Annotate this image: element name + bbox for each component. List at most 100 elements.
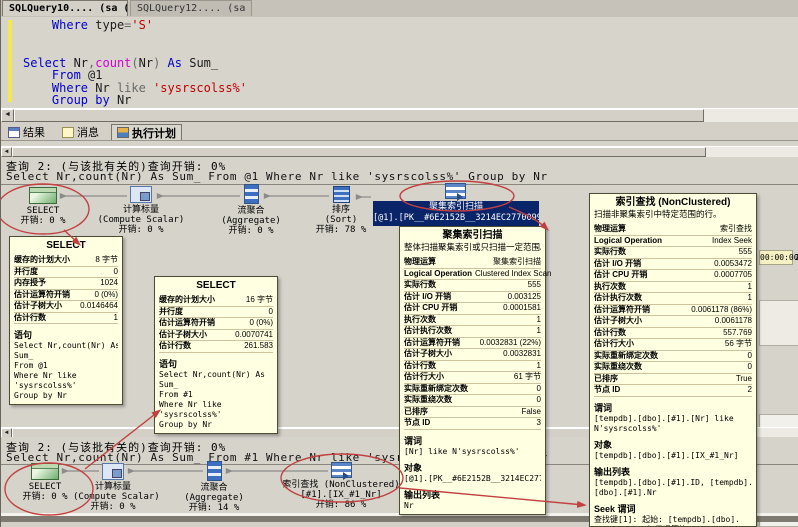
- code-line: [1, 32, 791, 45]
- tooltip-section-line: 'sysrscolss%': [14, 381, 118, 391]
- tooltip-section-line: 查找键[1]: 起始: [tempdb].[dbo].: [594, 515, 752, 525]
- tooltip-section-header: 对象: [404, 463, 541, 474]
- tooltip-sections: 谓词[Nr] like N'sysrscolss%'对象[@1].[PK__#6…: [404, 436, 541, 511]
- tooltip-row: Logical OperationClustered Index Scan: [404, 269, 541, 281]
- sort-icon: [333, 186, 350, 203]
- messages-tab-label: 消息: [77, 124, 99, 140]
- compute-scalar-icon: [102, 463, 124, 480]
- h-scrollbar-editor[interactable]: ◄: [1, 108, 798, 122]
- ssms-window: SQLQuery10.... (sa (56))* SQLQuery12....…: [0, 0, 798, 527]
- time-cell: 00:00:00: [759, 250, 793, 265]
- scroll-thumb[interactable]: [14, 109, 704, 122]
- tooltip-row: 已排序False: [404, 407, 541, 419]
- tooltip-sections: 谓词[tempdb].[dbo].[#1].[Nr] likeN'sysrsco…: [594, 403, 752, 527]
- select-result-icon: [31, 463, 59, 480]
- tooltip-row: 估计运算符开销0 (0%): [14, 290, 118, 302]
- code-token: Sum_: [189, 56, 218, 70]
- code-token: Nr: [117, 93, 131, 107]
- tooltip-row: 缓存的计划大小8 字节: [14, 255, 118, 267]
- tooltip-section-line: Group by Nr: [14, 391, 118, 401]
- tooltip-row: 估计行数261.583: [159, 341, 273, 353]
- tooltip-row: Logical OperationIndex Seek: [594, 236, 752, 248]
- tooltip-section-line: Where Nr like: [159, 400, 273, 410]
- scroll-left-icon[interactable]: ◄: [1, 147, 12, 157]
- grid-cell: [759, 300, 798, 346]
- tooltip-section-line: From #1: [159, 390, 273, 400]
- code-token: 'sysrscolss%': [153, 81, 247, 95]
- plan-node-sort[interactable]: 排序 (Sort) 开销: 78 %: [301, 186, 381, 235]
- tooltip-subtitle: 扫描非聚集索引中特定范围的行。: [594, 209, 752, 220]
- select-result-icon: [29, 187, 57, 204]
- code-token: [23, 18, 52, 32]
- tooltip-rows: 物理运算索引查找Logical OperationIndex Seek实际行数5…: [594, 224, 752, 397]
- tooltip-row: 并行度0: [159, 307, 273, 319]
- clustered-index-scan-icon[interactable]: [445, 183, 466, 199]
- compute-scalar-icon: [130, 186, 152, 203]
- editor-tab-sqlquery12[interactable]: SQLQuery12.... (sa (58))*: [130, 0, 252, 16]
- tooltip-section-header: Seek 谓词: [594, 504, 752, 515]
- code-token: [23, 93, 52, 107]
- tooltip-row: 估计运算符开销0.0061178 (86%): [594, 305, 752, 317]
- tooltip-section-line: Where Nr like: [14, 371, 118, 381]
- tooltip-row: 估计运算符开销0.0032831 (22%): [404, 338, 541, 350]
- tooltip-row: 估计行大小56 字节: [594, 339, 752, 351]
- messages-tab[interactable]: 消息: [57, 124, 104, 140]
- tooltip-row: 内存授予1024: [14, 278, 118, 290]
- editor-tab-sqlquery10[interactable]: SQLQuery10.... (sa (56))*: [2, 0, 128, 16]
- tooltip-row: 估计 I/O 开销0.0053472: [594, 259, 752, 271]
- tooltip-row: 估计子树大小0.0070741: [159, 330, 273, 342]
- code-token: Group by: [52, 93, 117, 107]
- tooltip-section-header: 输出列表: [404, 490, 541, 501]
- tooltip-row: 估计子树大小0.0146464: [14, 301, 118, 313]
- scroll-thumb[interactable]: [12, 147, 706, 157]
- code-area: Where type='S' Select Nr,count(Nr) As Su…: [1, 19, 791, 107]
- execution-plan-icon: [117, 127, 129, 138]
- tooltip-row: 实际重新绑定次数0: [594, 351, 752, 363]
- tooltip-title: SELECT: [14, 239, 118, 252]
- tooltip-select-1: SELECT 缓存的计划大小8 字节并行度0内存授予1024估计运算符开销0 (…: [9, 236, 123, 405]
- tooltip-row: 估计 CPU 开销0.0001581: [404, 303, 541, 315]
- scroll-left-icon[interactable]: ◄: [1, 109, 14, 122]
- messages-icon: [62, 127, 74, 138]
- tooltip-section-line: Nr: [404, 501, 541, 511]
- tooltip-row: 估计执行次数1: [404, 326, 541, 338]
- plan-node-stream-aggregate-1[interactable]: 流聚合 (Aggregate) 开销: 0 %: [206, 184, 296, 236]
- tooltip-row: 估计子树大小0.0032831: [404, 349, 541, 361]
- tooltip-row: 并行度0: [14, 267, 118, 279]
- tooltip-section-line: From @1: [14, 361, 118, 371]
- plan-node-clustered-index-scan[interactable]: 聚集索引扫描 [@1].[PK__#6E2152B__3214EC2770099…: [373, 201, 539, 226]
- tooltip-section-line: 'sysrscolss%': [159, 410, 273, 420]
- stream-aggregate-icon: [207, 461, 222, 481]
- tooltip-section-header: 语句: [14, 330, 118, 341]
- plan-node-index-seek[interactable]: 索引查找 (NonClustered) [#1].[IX_#1_Nr] 开销: …: [271, 462, 411, 510]
- tooltip-row: 估计子树大小0.0061178: [594, 316, 752, 328]
- code-token: Nr: [139, 56, 153, 70]
- execution-plan-tab[interactable]: 执行计划: [111, 124, 182, 140]
- tooltip-subtitle: 整体扫描聚集索引或只扫描一定范围。: [404, 242, 541, 253]
- tooltip-row: 估计行数557.769: [594, 328, 752, 340]
- h-scrollbar-plan1[interactable]: ◄: [1, 146, 798, 157]
- tooltip-row: 估计 I/O 开销0.003125: [404, 292, 541, 304]
- plan-node-select-1[interactable]: SELECT 开销: 0 %: [3, 187, 83, 226]
- tooltip-rows: 缓存的计划大小16 字节并行度0估计运算符开销0 (0%)估计子树大小0.007…: [159, 295, 273, 353]
- tooltip-row: 实际重绕次数0: [594, 362, 752, 374]
- tooltip-row: 实际行数555: [594, 247, 752, 259]
- tooltip-row: 估计行数1: [14, 313, 118, 325]
- tooltip-sections: 语句Select Nr,count(Nr) AsSum_From @1Where…: [14, 330, 118, 401]
- results-tab[interactable]: 结果: [3, 124, 50, 140]
- tooltip-section-line: [Nr] like N'sysrscolss%': [404, 447, 541, 457]
- tooltip-index-seek: 索引查找 (NonClustered) 扫描非聚集索引中特定范围的行。 物理运算…: [589, 193, 757, 527]
- tooltip-row: 物理运算聚集索引扫描: [404, 257, 541, 269]
- plan-node-compute-scalar-2[interactable]: 计算标量 (Compute Scalar) 开销: 0 %: [73, 463, 153, 512]
- plan-node-compute-scalar-1[interactable]: 计算标量 (Compute Scalar) 开销: 0 %: [96, 186, 186, 235]
- tooltip-title: 索引查找 (NonClustered): [594, 196, 752, 209]
- tooltip-row: 物理运算索引查找: [594, 224, 752, 236]
- query-text-1: Select Nr,count(Nr) As Sum_ From @1 Wher…: [6, 170, 548, 183]
- plan-node-stream-aggregate-2[interactable]: 流聚合 (Aggregate) 开销: 14 %: [174, 461, 254, 513]
- tooltip-rows: 物理运算聚集索引扫描Logical OperationClustered Ind…: [404, 257, 541, 430]
- sql-editor[interactable]: Where type='S' Select Nr,count(Nr) As Su…: [1, 17, 798, 108]
- tooltip-section-line: Sum_: [14, 351, 118, 361]
- tooltip-title: SELECT: [159, 279, 273, 292]
- tooltip-section-line: [@1].[PK__#6E2152B__3214EC2770099B30]: [404, 474, 541, 484]
- code-token: type: [95, 18, 124, 32]
